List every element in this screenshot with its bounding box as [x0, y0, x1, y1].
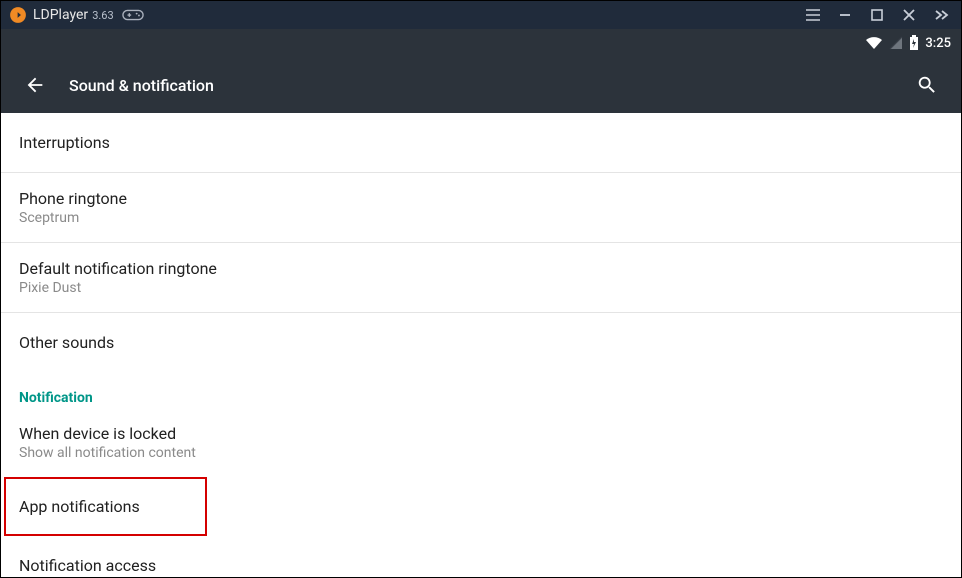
item-title: Phone ringtone	[19, 189, 943, 208]
item-subtitle: Show all notification content	[19, 445, 943, 461]
item-other-sounds[interactable]: Other sounds	[1, 313, 961, 372]
emulator-version: 3.63	[92, 9, 113, 22]
item-app-notifications[interactable]: App notifications	[1, 477, 961, 536]
item-title: Default notification ringtone	[19, 259, 943, 278]
android-statusbar: 3:25	[1, 29, 961, 57]
item-subtitle: Sceptrum	[19, 210, 943, 226]
maximize-button[interactable]	[861, 1, 893, 29]
gamepad-icon	[122, 8, 144, 22]
menu-button[interactable]	[797, 1, 829, 29]
item-notification-access[interactable]: Notification access	[1, 536, 961, 577]
emulator-titlebar: LDPlayer 3.63	[1, 1, 961, 29]
item-interruptions[interactable]: Interruptions	[1, 113, 961, 173]
search-button[interactable]	[907, 74, 947, 96]
appbar: Sound & notification	[1, 57, 961, 113]
item-title: Notification access	[19, 556, 943, 575]
statusbar-time: 3:25	[925, 36, 951, 51]
minimize-button[interactable]	[829, 1, 861, 29]
item-title: When device is locked	[19, 424, 943, 443]
appbar-title: Sound & notification	[69, 76, 214, 95]
item-title: Other sounds	[19, 333, 943, 352]
wifi-icon	[865, 36, 883, 50]
section-header-notification: Notification	[1, 372, 961, 416]
signal-icon	[889, 36, 903, 50]
item-when-device-locked[interactable]: When device is locked Show all notificat…	[1, 416, 961, 477]
item-subtitle: Pixie Dust	[19, 280, 943, 296]
ldplayer-logo-icon	[9, 6, 27, 24]
battery-charging-icon	[909, 35, 919, 51]
back-button[interactable]	[15, 74, 55, 96]
emulator-name: LDPlayer	[33, 7, 88, 23]
item-title: App notifications	[19, 497, 943, 516]
close-button[interactable]	[893, 1, 925, 29]
more-button[interactable]	[925, 1, 957, 29]
item-phone-ringtone[interactable]: Phone ringtone Sceptrum	[1, 173, 961, 243]
item-default-notification-ringtone[interactable]: Default notification ringtone Pixie Dust	[1, 243, 961, 313]
settings-list: Interruptions Phone ringtone Sceptrum De…	[1, 113, 961, 577]
window-controls	[797, 1, 957, 29]
item-title: Interruptions	[19, 133, 943, 152]
